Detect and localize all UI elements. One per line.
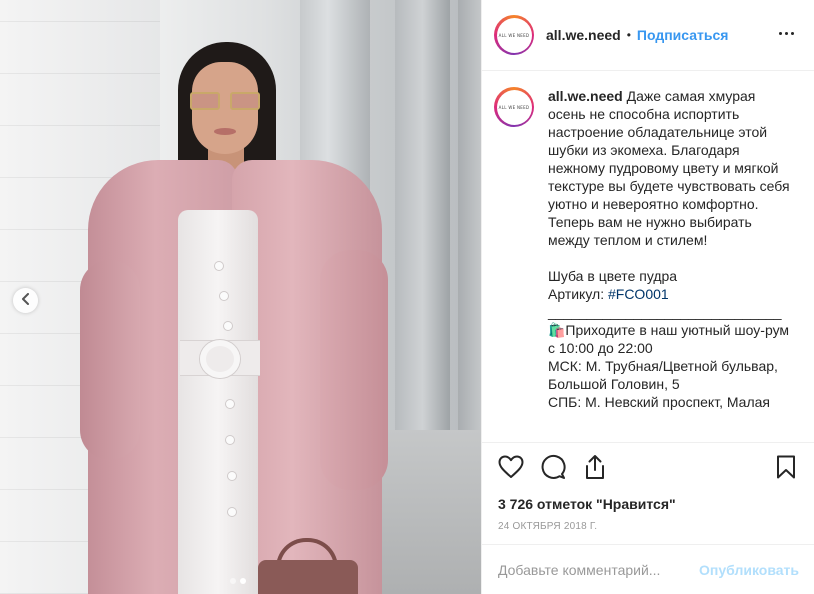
post-actions-section: 3 726 отметок "Нравится" 24 октября 2018… (482, 442, 814, 532)
caption-username-link[interactable]: all.we.need (548, 88, 623, 104)
chevron-left-icon (21, 292, 31, 310)
share-button[interactable] (582, 454, 608, 485)
model-lips (214, 128, 236, 135)
dress-button (226, 436, 234, 444)
add-comment-section: Опубликовать (482, 544, 814, 594)
avatar-logo-text: ALL WE NEED (498, 104, 530, 110)
model-figure (0, 0, 481, 594)
comment-input[interactable] (498, 561, 700, 578)
header-separator: • (626, 28, 631, 42)
dress-button (220, 292, 228, 300)
post-side-panel: ALL WE NEED all.we.need • Подписаться AL… (481, 0, 814, 594)
post-photo[interactable] (0, 0, 481, 594)
like-button[interactable] (498, 455, 524, 484)
carousel-dots (230, 578, 246, 584)
caption-line: осень не способна испортить (548, 106, 740, 122)
caption-line: настроение обладательнице этой (548, 124, 768, 140)
avatar[interactable]: ALL WE NEED (494, 15, 534, 55)
hashtag-link[interactable]: #FCO001 (608, 286, 669, 302)
article-label: Артикул: (548, 286, 605, 302)
caption-line: нежному пудровому цвету и мягкой (548, 160, 779, 176)
dress-button (228, 508, 236, 516)
caption-line: шубки из экомеха. Благодаря (548, 142, 740, 158)
share-icon (583, 454, 607, 485)
coat-sleeve-right (320, 250, 388, 490)
post-header: ALL WE NEED all.we.need • Подписаться (482, 0, 814, 71)
caption-line: уютно и невероятно комфортно. (548, 196, 759, 212)
caption-line: между теплом и стилем! (548, 232, 708, 248)
post-caption: all.we.need Даже самая хмурая осень не с… (548, 87, 803, 411)
coat-sleeve-left (80, 260, 140, 460)
caption-line: Теперь вам не нужно выбирать (548, 214, 752, 230)
dress-button (224, 322, 232, 330)
username-link[interactable]: all.we.need (546, 27, 621, 43)
dress-button (226, 400, 234, 408)
caption-row: ALL WE NEED all.we.need Даже самая хмура… (494, 87, 803, 411)
likes-count[interactable]: 3 726 отметок "Нравится" (498, 495, 799, 513)
save-button[interactable] (773, 455, 799, 484)
follow-button[interactable]: Подписаться (637, 27, 729, 43)
caption-line: СПБ: М. Невский проспект, Малая (548, 394, 770, 410)
action-bar (498, 443, 799, 495)
publish-button[interactable]: Опубликовать (699, 562, 799, 578)
heart-icon (498, 455, 524, 484)
caption-line: текстуре вы будете чувствовать себя (548, 178, 790, 194)
carousel-dot (240, 578, 246, 584)
belt-buckle (200, 340, 240, 378)
comments-area[interactable]: ALL WE NEED all.we.need Даже самая хмура… (482, 71, 814, 442)
more-options-icon[interactable] (775, 28, 798, 39)
handbag (258, 560, 358, 594)
sunglasses (190, 92, 260, 112)
carousel-dot (230, 578, 236, 584)
bookmark-icon (776, 455, 796, 484)
comment-bubble-icon (540, 454, 566, 485)
carousel-prev-button[interactable] (13, 288, 38, 313)
caption-line: Даже самая хмурая (626, 88, 756, 104)
caption-line: Шуба в цвете пудра (548, 268, 678, 284)
comment-button[interactable] (540, 454, 566, 485)
avatar[interactable]: ALL WE NEED (494, 87, 534, 127)
caption-line: 🛍️Приходите в наш уютный шоу-рум (548, 322, 790, 338)
avatar-logo-text: ALL WE NEED (498, 32, 530, 38)
caption-line: МСК: М. Трубная/Цветной бульвар, (548, 358, 778, 374)
dress-button (228, 472, 236, 480)
caption-line: с 10:00 до 22:00 (548, 340, 653, 356)
post-date[interactable]: 24 октября 2018 г. (498, 521, 799, 532)
caption-divider: ______________________________ (548, 304, 782, 320)
caption-line: Большой Головин, 5 (548, 376, 680, 392)
dress-button (215, 262, 223, 270)
